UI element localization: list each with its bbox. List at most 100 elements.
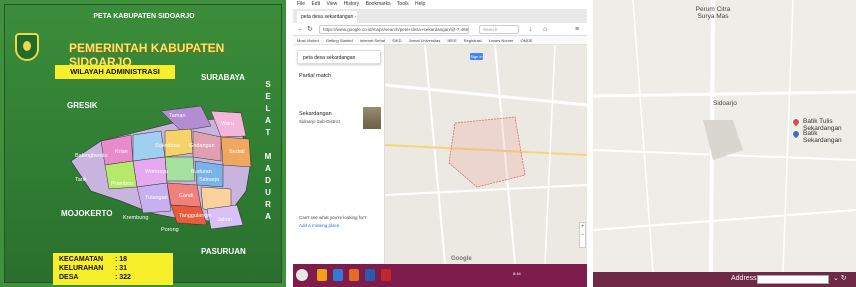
partial-match-heading: Partial match	[299, 73, 332, 79]
strait-letter: A	[265, 116, 271, 125]
menu-icon[interactable]: ≡	[575, 26, 579, 33]
result-description: Sidoarjo Sub-District	[299, 119, 341, 124]
district-label: Buduran	[191, 169, 212, 175]
bookmark-item[interactable]: IEEE	[448, 38, 457, 43]
poster-section-title: WILAYAH ADMINISTRASI	[55, 65, 175, 79]
strait-letter: A	[265, 212, 271, 221]
menu-tools[interactable]: Tools	[397, 1, 409, 7]
pdf-icon[interactable]	[381, 269, 391, 281]
menu-history[interactable]: History	[344, 1, 360, 7]
strait-letter: U	[265, 188, 271, 197]
district-label: Tanggulangin	[179, 213, 212, 219]
poster-frame: PETA KABUPATEN SIDOARJO PEMERINTAH KABUP…	[4, 4, 282, 285]
bookmark-item[interactable]: Jurnal Universitas	[409, 38, 441, 43]
label-pasuruan: PASURUAN	[201, 247, 246, 256]
add-missing-place-link[interactable]: Add a missing place	[299, 223, 339, 228]
sidoarjo-emblem-icon	[15, 33, 39, 61]
bookmark-item[interactable]: Most Visited	[297, 38, 319, 43]
menu-file[interactable]: File	[297, 1, 305, 7]
sign-in-button[interactable]: Sign in	[470, 53, 483, 60]
menu-view[interactable]: View	[326, 1, 337, 7]
google-logo: Google	[451, 256, 472, 262]
stat-label: KELURAHAN	[59, 265, 104, 272]
navigation-bar: ← ↻ https://www.google.co.id/maps/search…	[293, 23, 587, 36]
bookmarks-bar: Most Visited Getting Started Internet Se…	[293, 36, 587, 45]
maps-search-input[interactable]: peta desa sekardangan	[297, 50, 381, 64]
taskbar-clock: 8:44	[513, 271, 521, 276]
poster-panel: PETA KABUPATEN SIDOARJO PEMERINTAH KABUP…	[0, 0, 286, 287]
place-label-perum: Perum Citra Surya Mas	[695, 6, 731, 20]
stat-row: KELURAHAN: 31	[59, 264, 167, 273]
bookmark-item[interactable]: OMDE	[521, 38, 533, 43]
maps-sidebar: peta desa sekardangan Partial match Seka…	[293, 45, 385, 264]
bookmark-item[interactable]: Internet Sehat	[360, 38, 385, 43]
stat-row: DESA: 322	[59, 273, 167, 282]
poster-header: PETA KABUPATEN SIDOARJO	[93, 13, 195, 20]
bookmark-item[interactable]: Luwes Nomer	[489, 38, 514, 43]
highlighted-area	[448, 116, 526, 188]
download-icon[interactable]: ↓	[529, 26, 533, 33]
district-label: Taman	[169, 113, 186, 119]
back-icon[interactable]: ←	[297, 26, 304, 33]
label-surabaya: SURABAYA	[201, 73, 245, 82]
stat-label: KECAMATAN	[59, 256, 104, 263]
go-icon[interactable]: ⌄ ↻	[833, 274, 847, 282]
stat-label: DESA	[59, 274, 79, 281]
map-panel[interactable]: Perum Citra Surya Mas Sidoarjo Batik Tul…	[593, 0, 856, 287]
url-field[interactable]: https://www.google.co.id/maps/search/pet…	[319, 25, 469, 34]
browser-panel: File Edit View History Bookmarks Tools H…	[293, 0, 587, 287]
file-explorer-icon[interactable]	[317, 269, 327, 281]
bookmark-item[interactable]: Getting Started	[326, 38, 353, 43]
map-roads	[384, 44, 587, 265]
district-map: Taman Waru Sukodono Gedangan Sedati Balo…	[70, 105, 252, 233]
district-label: Balongbendo	[75, 153, 107, 159]
firefox-icon[interactable]	[349, 269, 359, 281]
strait-label: S E L A T M A D U R A	[263, 79, 273, 223]
district-label: Tulangan	[145, 195, 168, 201]
zoom-control[interactable]: + −	[579, 222, 586, 248]
address-bar: Address ⌄ ↻	[593, 272, 856, 287]
menu-edit[interactable]: Edit	[311, 1, 320, 7]
menu-help[interactable]: Help	[415, 1, 425, 7]
word-icon[interactable]	[365, 269, 375, 281]
search-input[interactable]: Search	[479, 25, 519, 34]
place-label-sidoarjo: Sidoarjo	[713, 100, 737, 107]
district-label: Krian	[115, 149, 128, 155]
district-label: Tarik	[75, 177, 87, 183]
district-label: Krembung	[123, 215, 148, 221]
district-label: Sedati	[229, 149, 245, 155]
district-label: Wonoayu	[145, 169, 168, 175]
strait-letter: R	[265, 200, 271, 209]
district-label: Prambon	[111, 181, 133, 187]
district-label: Gedangan	[189, 143, 215, 149]
district-label: Jabon	[217, 217, 232, 223]
strait-letter: D	[265, 176, 271, 185]
menu-bookmarks[interactable]: Bookmarks	[366, 1, 391, 7]
district-label: Waru	[221, 121, 234, 127]
stats-box: KECAMATAN: 18 KELURAHAN: 31 DESA: 322	[53, 253, 173, 285]
address-input[interactable]	[757, 275, 829, 284]
district-label: Sidoarjo	[199, 177, 219, 183]
result-thumbnail[interactable]	[363, 107, 381, 129]
menu-bar: File Edit View History Bookmarks Tools H…	[293, 0, 587, 9]
district-label: Sukodono	[155, 143, 180, 149]
edge-icon[interactable]	[333, 269, 343, 281]
address-label: Address	[731, 275, 757, 282]
stat-row: KECAMATAN: 18	[59, 255, 167, 264]
district-label: Porong	[161, 227, 179, 233]
district-label: Candi	[179, 193, 193, 199]
reload-icon[interactable]: ↻	[307, 26, 313, 33]
strait-letter: L	[265, 104, 271, 113]
tab-bar: peta desa sekardangan - Goo...	[293, 9, 587, 23]
browser-tab[interactable]: peta desa sekardangan - Goo...	[297, 11, 357, 23]
strait-letter	[263, 139, 273, 151]
pin-label[interactable]: Batik Sekardangan	[803, 130, 856, 144]
bookmark-item[interactable]: Registrasi	[464, 38, 482, 43]
bookmark-item[interactable]: SIKD	[392, 38, 401, 43]
strait-letter: E	[265, 92, 271, 101]
home-icon[interactable]: ⌂	[543, 26, 547, 33]
result-title[interactable]: Sekardangan	[299, 111, 332, 117]
strait-letter: A	[265, 164, 271, 173]
start-button-icon[interactable]	[296, 269, 308, 281]
maps-canvas[interactable]	[384, 44, 587, 265]
